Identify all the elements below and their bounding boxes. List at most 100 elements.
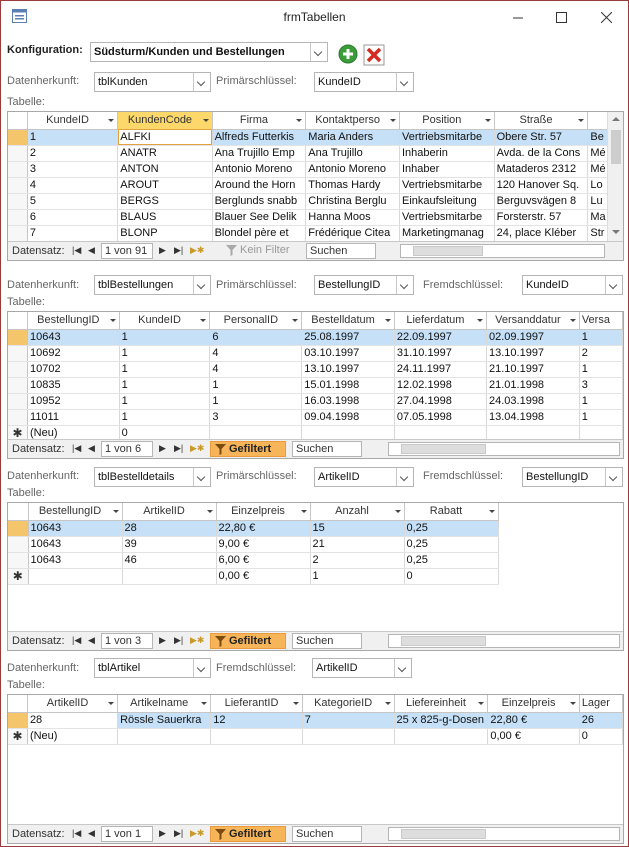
table-row[interactable]: 1 ALFKI Alfreds Futterkis Maria Anders V… — [8, 129, 623, 146]
vertical-scrollbar[interactable] — [607, 112, 623, 241]
cell[interactable]: Ana Trujillo — [305, 145, 400, 162]
primaer-combo-3[interactable]: ArtikelID — [314, 467, 414, 487]
cell[interactable]: 6 — [209, 329, 303, 346]
cell[interactable]: Blondel père et — [212, 225, 307, 242]
filter-status[interactable]: Gefiltert — [210, 633, 286, 649]
table-row[interactable]: 11011 1 3 09.04.1998 07.05.1998 13.04.19… — [8, 409, 623, 426]
record-selector[interactable] — [8, 393, 29, 410]
last-record-icon[interactable]: ▶| — [174, 443, 183, 454]
cell[interactable]: Einkaufsleitung — [399, 193, 495, 210]
horizontal-scrollbar[interactable] — [388, 827, 620, 841]
column-header[interactable]: Anzahl — [310, 503, 405, 521]
cell[interactable]: Vertriebsmitarbe — [399, 129, 495, 146]
cell[interactable]: Antonio Moreno — [305, 161, 400, 178]
cell[interactable]: 1 — [579, 409, 623, 426]
cell[interactable]: 10643 — [27, 329, 120, 346]
cell[interactable] — [117, 728, 212, 745]
cell[interactable]: Ana Trujillo Emp — [212, 145, 307, 162]
cell[interactable]: Berguvsvägen 8 — [494, 193, 589, 210]
cell[interactable]: Rössle Sauerkra — [117, 712, 212, 729]
cell[interactable]: 1 — [27, 129, 119, 146]
record-selector[interactable] — [8, 520, 29, 537]
cell[interactable]: 4 — [27, 177, 119, 194]
cell[interactable]: Maria Anders — [305, 129, 400, 146]
record-selector[interactable] — [8, 193, 28, 210]
cell[interactable]: ANATR — [117, 145, 213, 162]
next-record-icon[interactable]: ▶ — [159, 828, 166, 839]
chevron-down-icon[interactable] — [396, 276, 413, 294]
record-selector[interactable] — [8, 177, 28, 194]
cell[interactable]: 1 — [119, 329, 211, 346]
table-row[interactable]: 10702 1 4 13.10.1997 24.11.1997 21.10.19… — [8, 361, 623, 378]
cell[interactable]: 1 — [119, 409, 211, 426]
table-row[interactable]: 4 AROUT Around the Horn Thomas Hardy Ver… — [8, 177, 623, 194]
cell[interactable]: 31.10.1997 — [394, 345, 488, 362]
column-header[interactable]: BestellungID — [28, 503, 123, 521]
column-header[interactable]: ArtikelID — [27, 695, 119, 713]
fremd-combo-2[interactable]: KundeID — [522, 275, 623, 295]
cell[interactable]: 7 — [27, 225, 119, 242]
cell[interactable]: 1 — [119, 377, 211, 394]
cell[interactable]: BLONP — [117, 225, 213, 242]
cell[interactable]: Berglunds snabb — [212, 193, 307, 210]
select-all-cell[interactable] — [8, 312, 29, 330]
cell[interactable]: 10835 — [27, 377, 120, 394]
cell[interactable]: 12 — [210, 712, 303, 729]
cell[interactable]: 22.09.1997 — [394, 329, 488, 346]
cell[interactable]: Alfreds Futterkis — [212, 129, 307, 146]
new-record-icon[interactable]: ▶✱ — [190, 443, 204, 454]
select-all-cell[interactable] — [8, 503, 29, 521]
cell[interactable]: 21.10.1997 — [486, 361, 580, 378]
cell[interactable]: 24.11.1997 — [394, 361, 488, 378]
cell[interactable]: 10692 — [27, 345, 120, 362]
cell[interactable]: 10643 — [28, 536, 123, 553]
cell[interactable]: 16.03.1998 — [301, 393, 395, 410]
record-selector[interactable] — [8, 361, 29, 378]
column-header[interactable]: Rabatt — [404, 503, 499, 521]
cell[interactable]: 28 — [122, 520, 217, 537]
chevron-down-icon[interactable] — [193, 468, 210, 486]
cell[interactable]: 46 — [122, 552, 217, 569]
cell[interactable]: 24, place Kléber — [494, 225, 589, 242]
cell[interactable]: 10952 — [27, 393, 120, 410]
herkunft-combo-4[interactable]: tblArtikel — [94, 658, 211, 678]
record-selector[interactable] — [8, 712, 28, 729]
table-row[interactable]: 5 BERGS Berglunds snabb Christina Berglu… — [8, 193, 623, 210]
cell[interactable]: Frédérique Citea — [305, 225, 400, 242]
cell[interactable]: 3 — [209, 409, 303, 426]
scroll-thumb[interactable] — [401, 636, 486, 646]
chevron-down-icon[interactable] — [193, 73, 210, 91]
column-header[interactable]: Firma — [212, 112, 307, 130]
record-selector[interactable] — [8, 345, 29, 362]
record-selector[interactable] — [8, 161, 28, 178]
cell[interactable]: 0,25 — [404, 520, 499, 537]
chevron-down-icon[interactable] — [605, 468, 622, 486]
cell[interactable]: 4 — [209, 361, 303, 378]
datasheet-kunden[interactable]: KundeID KundenCode Firma Kontaktperso Po… — [7, 111, 624, 261]
record-selector[interactable] — [8, 129, 28, 146]
horizontal-scrollbar[interactable] — [388, 634, 620, 648]
cell[interactable]: 13.10.1997 — [301, 361, 395, 378]
cell[interactable]: 0,00 € — [487, 728, 580, 745]
cell[interactable]: Inhaber — [399, 161, 495, 178]
column-header[interactable]: Einzelpreis — [216, 503, 311, 521]
record-selector[interactable] — [8, 329, 29, 346]
column-header[interactable]: Einzelpreis — [487, 695, 580, 713]
column-header[interactable]: Position — [399, 112, 495, 130]
table-row[interactable]: 3 ANTON Antonio Moreno Antonio Moreno In… — [8, 161, 623, 178]
chevron-down-icon[interactable] — [394, 659, 411, 677]
table-row[interactable]: 10643 39 9,00 € 21 0,25 — [8, 536, 499, 553]
scroll-thumb[interactable] — [401, 829, 486, 839]
cell[interactable]: 6 — [27, 209, 119, 226]
cell[interactable]: Avda. de la Cons — [494, 145, 589, 162]
cell[interactable]: 02.09.1997 — [486, 329, 580, 346]
filter-status[interactable]: Gefiltert — [210, 826, 286, 842]
table-row[interactable]: 10643 46 6,00 € 2 0,25 — [8, 552, 499, 569]
new-record-row[interactable]: ✱ 0,00 € 1 0 — [8, 568, 499, 585]
column-header[interactable]: Liefereinheit — [394, 695, 489, 713]
cell[interactable]: 1 — [310, 568, 405, 585]
cell[interactable]: 10643 — [28, 520, 123, 537]
cell[interactable]: ALFKI — [117, 129, 213, 146]
primaer-combo-2[interactable]: BestellungID — [314, 275, 414, 295]
scroll-thumb[interactable] — [611, 130, 621, 164]
